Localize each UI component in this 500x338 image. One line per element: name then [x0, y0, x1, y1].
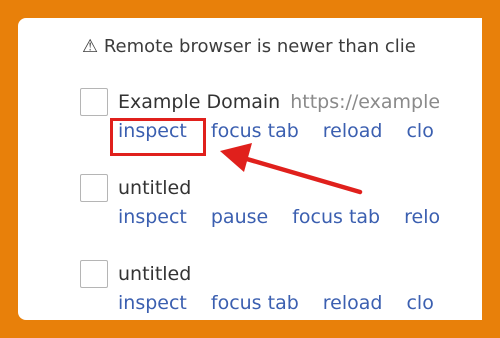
close-link[interactable]: clo: [406, 292, 433, 314]
entry-actions: inspect pause focus tab relo: [118, 205, 464, 229]
reload-link[interactable]: relo: [404, 206, 440, 228]
entry-checkbox[interactable]: [80, 88, 108, 116]
entry-actions: inspect focus tab reload clo: [118, 291, 458, 315]
entry-title-line: Example Domain https://example: [118, 90, 440, 114]
target-entry: Example Domain https://example inspect foc…: [18, 88, 482, 158]
page-title: untitled: [118, 177, 192, 199]
focus-tab-link[interactable]: focus tab: [211, 120, 299, 142]
inspect-link[interactable]: inspect: [118, 206, 187, 228]
page-title: untitled: [118, 263, 192, 285]
version-warning: ⚠ Remote browser is newer than clie: [82, 36, 416, 57]
reload-link[interactable]: reload: [323, 120, 383, 142]
entry-title-line: untitled: [118, 176, 191, 200]
entry-checkbox[interactable]: [80, 174, 108, 202]
inspect-link[interactable]: inspect: [118, 292, 187, 314]
inspect-link[interactable]: inspect: [118, 120, 187, 142]
target-entry: untitled inspect pause focus tab relo: [18, 174, 482, 244]
page-title: Example Domain: [118, 91, 281, 113]
entry-checkbox[interactable]: [80, 260, 108, 288]
entry-actions: inspect focus tab reload clo: [118, 119, 458, 143]
close-link[interactable]: clo: [406, 120, 433, 142]
focus-tab-link[interactable]: focus tab: [211, 292, 299, 314]
remote-targets-panel: ⚠ Remote browser is newer than clie Exam…: [18, 18, 482, 320]
entry-title-line: untitled: [118, 262, 191, 286]
reload-link[interactable]: reload: [323, 292, 383, 314]
pause-link[interactable]: pause: [211, 206, 268, 228]
page-url: https://example: [290, 91, 441, 113]
target-entry: untitled inspect focus tab reload clo: [18, 260, 482, 320]
focus-tab-link[interactable]: focus tab: [292, 206, 380, 228]
